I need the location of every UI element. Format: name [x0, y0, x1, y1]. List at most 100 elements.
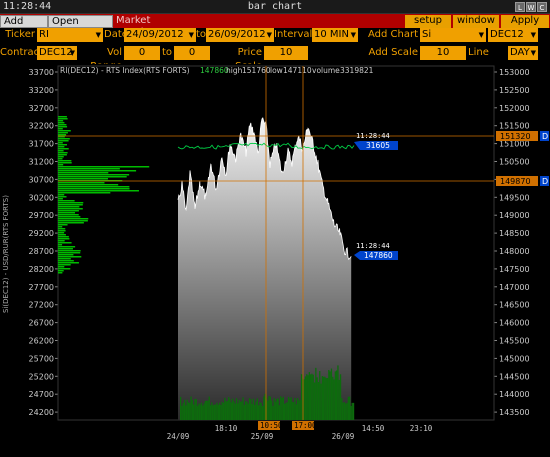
profile-bar: [58, 154, 67, 156]
profile-bar: [58, 128, 63, 130]
interval-select[interactable]: 10 MIN ▼: [312, 28, 358, 42]
contract-value: DEC12: [39, 47, 73, 58]
volume-bar: [294, 398, 296, 420]
x-top-label-2: 14:50: [362, 424, 385, 433]
add-scale-input[interactable]: 10: [420, 46, 466, 60]
profile-bar: [58, 158, 63, 160]
line-label: Line: [468, 47, 489, 58]
profile-bar: [58, 212, 76, 214]
volume-bar: [267, 400, 269, 420]
profile-bar: [58, 272, 63, 274]
profile-bar: [58, 124, 67, 126]
volume-bar: [217, 404, 219, 420]
add-chart-label: Add Chart: [367, 29, 418, 40]
left-tick-label: 29200: [29, 229, 54, 238]
right-tick-label: 152500: [499, 86, 530, 95]
volume-bar: [329, 371, 331, 420]
vol-to-input[interactable]: 0: [174, 46, 210, 60]
price-scale-input[interactable]: 10: [264, 46, 308, 60]
volume-bar: [183, 399, 186, 420]
volume-bar: [222, 402, 225, 420]
profile-bar: [58, 126, 68, 128]
high-value: 151760: [242, 66, 271, 75]
volume-bar: [216, 402, 218, 420]
apply-button[interactable]: Apply: [501, 15, 549, 28]
vol-from-input[interactable]: 0: [124, 46, 160, 60]
volume-bar: [215, 404, 217, 420]
volume-bar: [321, 376, 323, 420]
volume-bar: [291, 401, 294, 420]
left-tick-label: 33700: [29, 68, 54, 77]
profile-bar: [58, 120, 64, 122]
profile-bar: [58, 166, 150, 168]
chevron-down-icon: ▼: [530, 31, 536, 39]
profile-bar: [58, 210, 79, 212]
volume-bar: [345, 403, 347, 420]
date-to-label: to: [196, 29, 207, 40]
left-tick-label: 27700: [29, 283, 54, 292]
interval-value: 10 MIN: [314, 29, 349, 40]
profile-bar: [58, 172, 109, 174]
volume-bar: [272, 405, 274, 420]
profile-bar: [58, 200, 75, 202]
volume-bar: [199, 404, 201, 420]
profile-bar: [58, 190, 139, 192]
volume-bar: [261, 405, 264, 420]
tab-open-interest[interactable]: Open Interest: [48, 15, 113, 39]
add-chart-select[interactable]: Si ▼: [420, 28, 486, 42]
profile-bar: [58, 198, 63, 200]
right-tick-label: 146000: [499, 319, 530, 328]
volume-bar: [289, 399, 291, 420]
price-chart[interactable]: 33700 33200 32700 32200 31700 31200 30700 30200…: [0, 64, 550, 457]
volume-bar: [180, 396, 182, 420]
contract-select[interactable]: DEC12 ▼: [37, 46, 77, 60]
volume-bar: [332, 376, 334, 420]
close-icon[interactable]: C: [537, 2, 547, 12]
volume-bar: [182, 402, 184, 420]
volume-bar: [191, 400, 193, 420]
ticker-select[interactable]: RI ▼: [37, 28, 103, 42]
profile-bar: [58, 156, 64, 158]
profile-bar: [58, 238, 70, 240]
profile-bar: [58, 122, 65, 124]
volume-bar: [350, 405, 352, 420]
volume-bar: [303, 379, 305, 420]
volume-bar: [208, 396, 210, 420]
tab-add-chart[interactable]: Add Chart: [0, 15, 48, 39]
x-top-label-3: 23:10: [410, 424, 433, 433]
profile-bar: [58, 150, 64, 152]
volume-bar: [346, 402, 348, 420]
profile-bar: [58, 208, 83, 210]
right-tick-label: 153000: [499, 68, 530, 77]
profile-bar: [58, 232, 65, 234]
volume-bar: [213, 404, 216, 420]
left-tick-label: 29700: [29, 211, 54, 220]
link-icon[interactable]: L: [515, 2, 525, 12]
profile-bar: [58, 162, 72, 164]
volume-bar: [278, 405, 281, 420]
left-tick-label: 30200: [29, 193, 54, 202]
x-bottom-label-1: 24/09: [167, 432, 190, 441]
line-select[interactable]: DAY ▼: [508, 46, 538, 60]
date-from-field[interactable]: 24/09/2012 ▼: [124, 28, 196, 42]
date-label: Date: [104, 29, 128, 40]
volume-bar: [338, 379, 340, 420]
volume-bar: [347, 396, 349, 420]
window-button[interactable]: window: [453, 15, 499, 28]
window-icon[interactable]: W: [526, 2, 536, 12]
profile-bar: [58, 144, 67, 146]
chevron-down-icon: ▼: [478, 31, 484, 39]
date-to-field[interactable]: 26/09/2012 ▼: [206, 28, 274, 42]
volume-bar: [323, 376, 325, 420]
add-chart-contract-select[interactable]: DEC12 ▼: [488, 28, 538, 42]
setup-button[interactable]: setup: [405, 15, 451, 28]
volume-bar: [237, 403, 239, 420]
x-bottom-label-3: 26/09: [332, 432, 355, 441]
symbol-name: RI(DEC12) - RTS Index(RTS FORTS): [60, 66, 190, 75]
profile-bar: [58, 228, 66, 230]
profile-bar: [58, 204, 83, 206]
tab-market-watch[interactable]: Market Watch: [113, 15, 183, 38]
left-tick-label: 24700: [29, 390, 54, 399]
profile-bar: [58, 266, 65, 268]
volume-bar: [181, 405, 183, 420]
